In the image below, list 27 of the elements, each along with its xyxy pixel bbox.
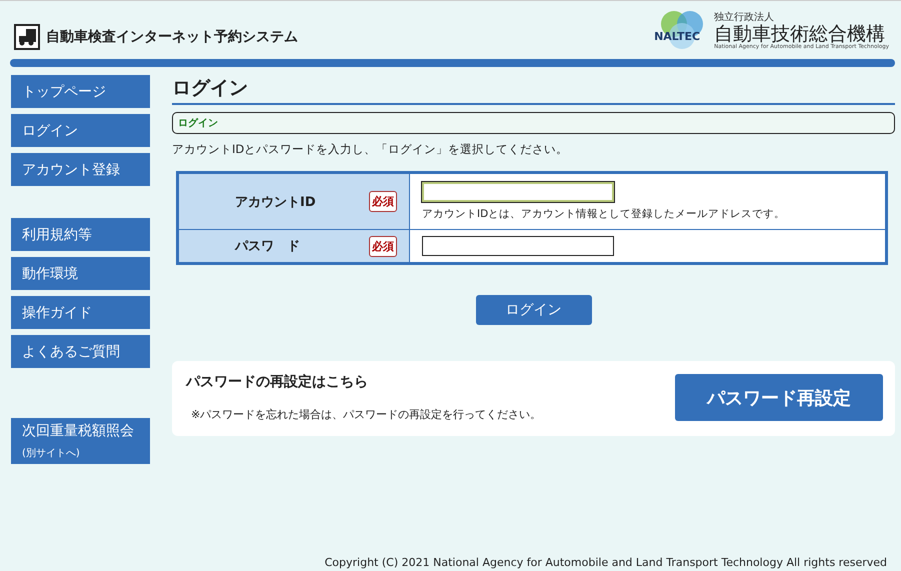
truck-icon: [14, 24, 40, 50]
page-title: ログイン: [172, 75, 895, 105]
password-reset-button[interactable]: パスワード再設定: [675, 374, 883, 421]
reset-heading: パスワードの再設定はこちら: [186, 373, 369, 391]
login-button[interactable]: ログイン: [476, 295, 592, 325]
field-label-cell: アカウントID 必須: [178, 172, 410, 230]
sidebar-link[interactable]: アカウント登録: [11, 153, 150, 186]
field-label-cell: パスワ ド 必須: [178, 230, 410, 264]
sidebar-link[interactable]: ログイン: [11, 114, 150, 147]
breadcrumb: ログイン: [172, 112, 895, 134]
org-name: 自動車技術総合機構: [714, 24, 886, 44]
input-field[interactable]: [422, 236, 614, 256]
sidebar-link[interactable]: 次回重量税額照会 (別サイトへ): [11, 418, 150, 464]
sidebar-link[interactable]: 操作ガイド: [11, 296, 150, 329]
site-title: 自動車検査インターネット予約システム: [46, 28, 298, 46]
required-badge: 必須: [369, 191, 397, 212]
sidebar-link[interactable]: 利用規約等: [11, 218, 150, 251]
copyright-text: Copyright (C) 2021 National Agency for Automobile and Land Transport Technology All rights reserved: [324, 556, 888, 571]
field-hint: アカウントIDとは、アカウント情報として登録したメールアドレスです。: [422, 207, 786, 221]
required-badge: 必須: [369, 236, 397, 256]
sidebar-link[interactable]: 動作環境: [11, 257, 150, 290]
sidebar-link[interactable]: よくあるご質問: [11, 335, 150, 368]
org-type: 独立行政法人: [714, 10, 776, 24]
instruction-text: アカウントIDとパスワードを入力し、「ログイン」を選択してください。: [172, 142, 570, 157]
sidebar-link[interactable]: トップページ: [11, 75, 150, 108]
reset-note: ※パスワードを忘れた場合は、パスワードの再設定を行ってください。: [191, 407, 542, 422]
logo-mark: NALTEC: [654, 30, 700, 43]
